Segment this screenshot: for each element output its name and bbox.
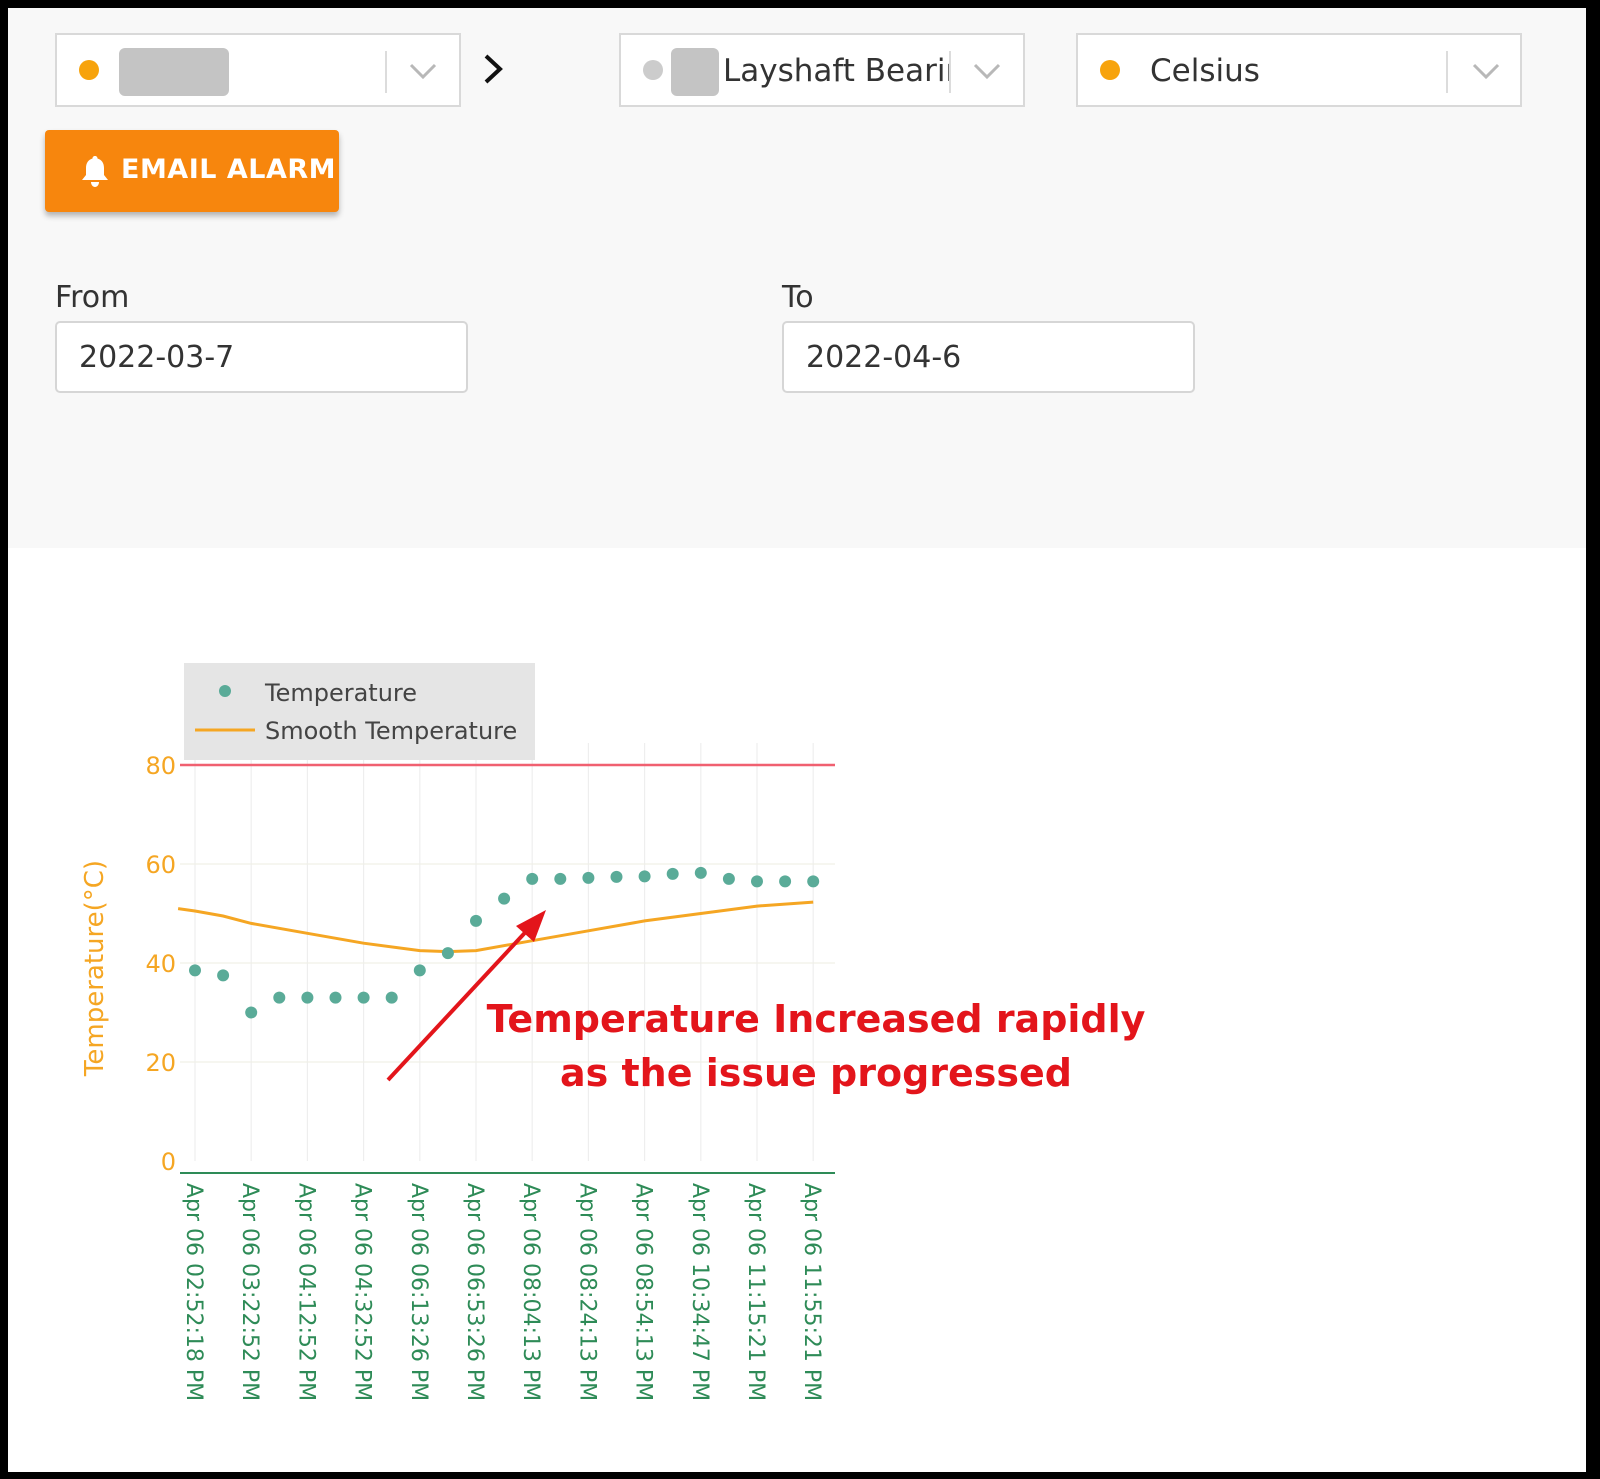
temperature-point: [610, 870, 623, 883]
temperature-point: [470, 914, 482, 927]
temperature-point: [779, 875, 792, 888]
legend-smooth-label: Smooth Temperature: [265, 717, 517, 745]
temperature-point: [441, 947, 454, 960]
chevron-down-icon[interactable]: [1466, 53, 1506, 89]
redacted-asset-name: [119, 48, 229, 96]
unit-select[interactable]: Celsius: [1076, 33, 1522, 107]
x-tick-label: Apr 06 10:34:47 PM: [687, 1183, 712, 1401]
sensor-select-value: Layshaft Bearing: [723, 53, 951, 89]
redacted-sensor-prefix: [671, 48, 719, 96]
temperature-point: [807, 875, 820, 888]
x-tick-label: Apr 06 02:52:18 PM: [181, 1183, 206, 1401]
chevron-down-icon[interactable]: [403, 53, 443, 89]
temperature-point: [413, 964, 426, 977]
smooth-temperature-line: [177, 900, 814, 954]
temperature-point: [666, 867, 679, 880]
legend-background: [184, 663, 535, 760]
chevron-down-icon[interactable]: [967, 53, 1007, 89]
select-separator: [1446, 51, 1448, 93]
x-axis: Apr 06 02:52:18 PM Apr 06 03:22:52 PM Apr …: [180, 1172, 835, 1401]
y-axis: 0 20 40 60 80 Temperature(°C): [80, 752, 176, 1176]
unit-status-dot: [1100, 60, 1120, 80]
select-separator: [385, 51, 387, 93]
sensor-select[interactable]: Layshaft Bearing: [619, 33, 1025, 107]
x-tick-label: Apr 06 06:53:26 PM: [462, 1183, 487, 1401]
x-tick-label: Apr 06 08:04:13 PM: [518, 1183, 543, 1401]
temperature-point: [301, 991, 314, 1004]
x-tick-label: Apr 06 04:12:52 PM: [293, 1183, 318, 1401]
legend-temperature-marker: [219, 685, 231, 697]
temperature-point: [273, 991, 286, 1004]
y-tick-label: 40: [145, 950, 176, 978]
asset-select[interactable]: [55, 33, 461, 107]
from-label: From: [55, 280, 130, 315]
select-separator: [949, 51, 951, 93]
y-tick-label: 0: [161, 1148, 176, 1176]
email-alarm-button[interactable]: EMAIL ALARM: [45, 130, 339, 212]
x-tick-label: Apr 06 08:24:13 PM: [574, 1183, 599, 1401]
x-tick-label: Apr 06 06:13:26 PM: [406, 1183, 431, 1401]
unit-select-value: Celsius: [1150, 53, 1260, 89]
temperature-point: [694, 866, 707, 879]
temperature-point: [638, 870, 651, 883]
sensor-status-dot: [643, 60, 663, 80]
filter-panel: Layshaft Bearing Celsius EMAIL ALARM Fro…: [8, 8, 1586, 548]
temperature-point: [189, 964, 201, 977]
y-tick-label: 80: [145, 752, 176, 780]
temperature-point: [526, 872, 539, 885]
temperature-point: [245, 1006, 258, 1019]
temperature-point: [357, 991, 370, 1004]
to-date-input[interactable]: [782, 321, 1195, 393]
app-frame: Layshaft Bearing Celsius EMAIL ALARM Fro…: [8, 8, 1586, 1472]
temperature-point: [722, 872, 735, 885]
temperature-points: [189, 866, 820, 1019]
x-tick-label: Apr 06 11:55:21 PM: [799, 1183, 824, 1401]
x-tick-label: Apr 06 03:22:52 PM: [237, 1183, 262, 1401]
from-date-input[interactable]: [55, 321, 468, 393]
temperature-chart: 0 20 40 60 80 Temperature(°C) Apr 06 02:52:18…: [80, 663, 1146, 1401]
temperature-point: [329, 991, 342, 1004]
legend-temperature-label: Temperature: [264, 679, 417, 707]
bell-icon: [82, 156, 108, 187]
temperature-point: [385, 991, 398, 1004]
x-tick-label: Apr 06 04:32:52 PM: [350, 1183, 375, 1401]
temperature-point: [582, 871, 595, 884]
chart-annotation: Temperature Increased rapidly as the iss…: [386, 910, 1146, 1095]
y-tick-label: 20: [145, 1049, 176, 1077]
y-axis-title: Temperature(°C): [80, 860, 110, 1077]
x-tick-label: Apr 06 08:54:13 PM: [631, 1183, 656, 1401]
x-tick-label: Apr 06 11:15:21 PM: [743, 1183, 768, 1401]
annotation-text-line2: as the issue progressed: [560, 1051, 1072, 1095]
temperature-point: [751, 875, 763, 888]
asset-status-dot: [79, 60, 99, 80]
temperature-point: [554, 872, 567, 885]
temperature-point: [498, 892, 511, 905]
chevron-right-icon: [484, 54, 503, 84]
to-label: To: [782, 280, 814, 315]
email-alarm-label: EMAIL ALARM: [121, 154, 337, 185]
chart-legend: Temperature Smooth Temperature: [184, 663, 535, 760]
y-tick-label: 60: [145, 851, 176, 879]
annotation-text-line1: Temperature Increased rapidly: [487, 997, 1146, 1041]
temperature-point: [217, 969, 230, 982]
